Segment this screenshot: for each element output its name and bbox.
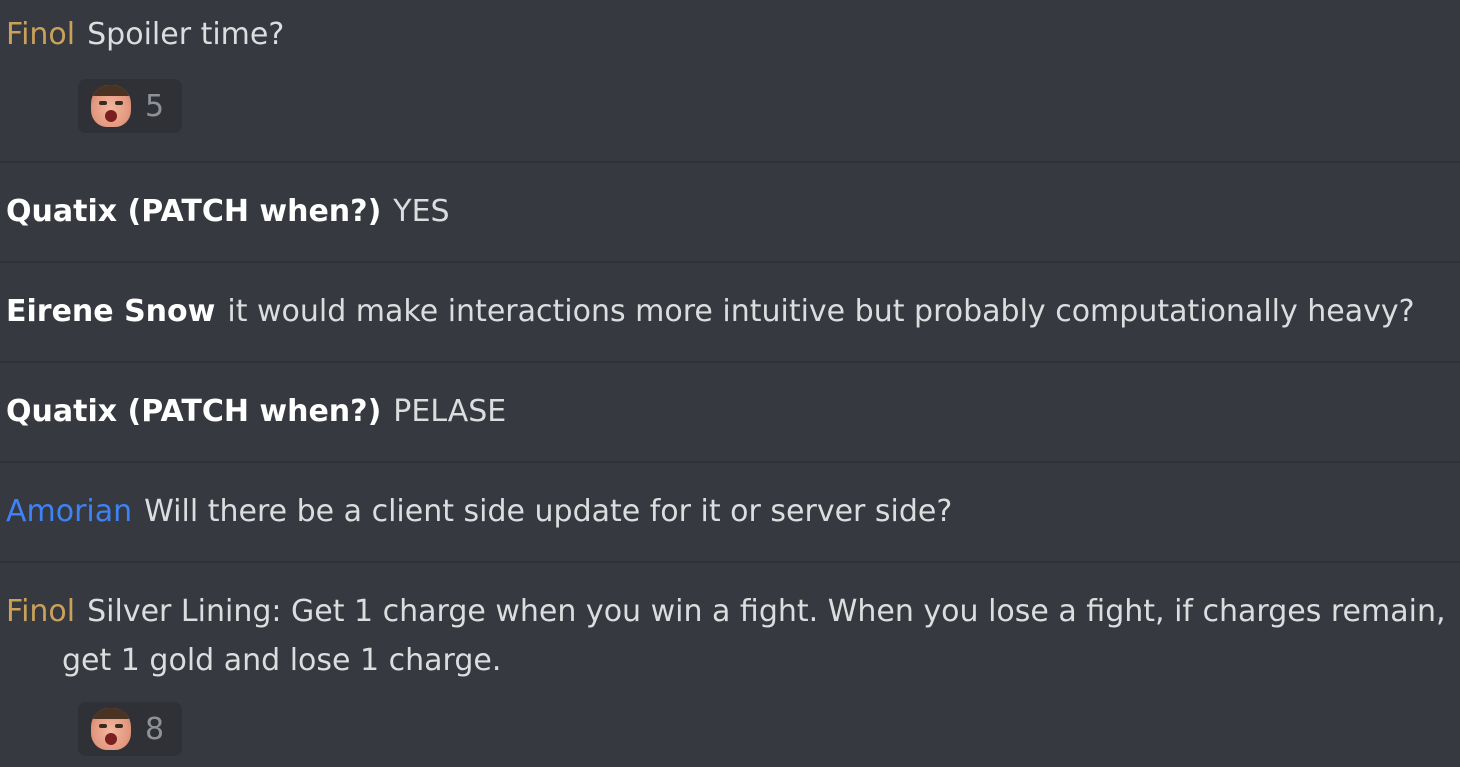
reaction-button[interactable]: 8	[78, 702, 182, 756]
chat-message: Eirene Snow it would make interactions mo…	[0, 287, 1460, 337]
chat-message: Finol Spoiler time?	[0, 10, 1460, 60]
message-text: PELASE	[393, 394, 507, 429]
message-author[interactable]: Finol	[6, 594, 75, 629]
chat-message: Amorian Will there be a client side updat…	[0, 487, 1460, 537]
chat-message-list: Finol Spoiler time? 5 Quatix (PATCH when?…	[0, 0, 1460, 767]
message-text: Silver Lining: Get 1 charge when you win…	[87, 594, 1446, 629]
reaction-count: 8	[145, 711, 165, 747]
message-divider	[0, 361, 1460, 363]
message-text-continued: get 1 gold and lose 1 charge.	[62, 643, 502, 678]
reaction-button[interactable]: 5	[78, 79, 182, 133]
message-text: Will there be a client side update for i…	[144, 494, 953, 529]
emote-face-icon	[91, 85, 131, 127]
message-author[interactable]: Quatix (PATCH when?)	[6, 394, 381, 429]
chat-message: Quatix (PATCH when?) PELASE	[0, 387, 1460, 437]
message-divider	[0, 461, 1460, 463]
message-divider	[0, 161, 1460, 163]
message-author[interactable]: Eirene Snow	[6, 294, 215, 329]
reaction-count: 5	[145, 88, 165, 124]
emote-face-icon	[91, 708, 131, 750]
chat-message: Finol Silver Lining: Get 1 charge when yo…	[0, 587, 1460, 637]
message-divider	[0, 261, 1460, 263]
chat-message: Quatix (PATCH when?) YES	[0, 187, 1460, 237]
message-author[interactable]: Quatix (PATCH when?)	[6, 194, 381, 229]
message-divider	[0, 561, 1460, 563]
message-text: YES	[393, 194, 450, 229]
message-text: Spoiler time?	[87, 17, 285, 52]
message-author[interactable]: Amorian	[6, 494, 132, 529]
message-author[interactable]: Finol	[6, 17, 75, 52]
message-text: it would make interactions more intuitiv…	[227, 294, 1415, 329]
